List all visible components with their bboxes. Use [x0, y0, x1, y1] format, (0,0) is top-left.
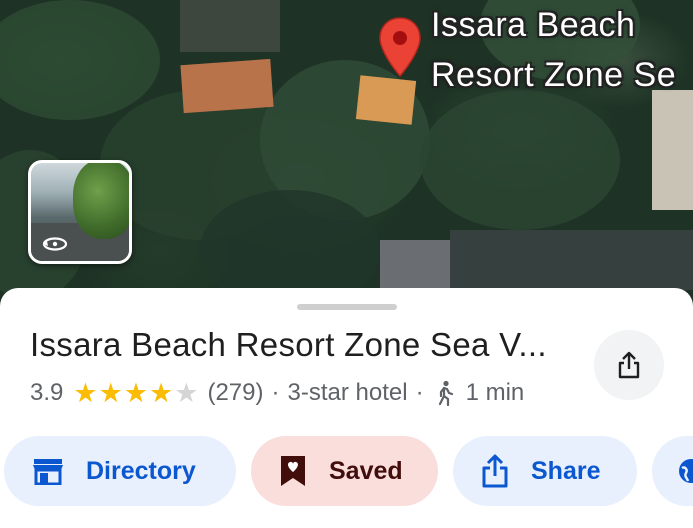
- star-icon: ★: [73, 377, 98, 408]
- bookmark-heart-icon: [281, 456, 305, 486]
- map-building-roof: [180, 58, 274, 114]
- street-view-rotate-icon: [42, 237, 68, 251]
- meta-separator: ·: [271, 379, 280, 406]
- saved-button-label: Saved: [329, 456, 403, 485]
- map-building-roof: [380, 240, 450, 290]
- meta-separator: ·: [415, 379, 424, 406]
- storefront-icon: [33, 459, 63, 485]
- globe-icon: [679, 459, 693, 483]
- map-building-roof: [355, 75, 417, 125]
- share-icon: [482, 454, 508, 488]
- star-icon: ★: [98, 377, 123, 408]
- share-button[interactable]: Share: [453, 436, 637, 506]
- map-place-label-line2: Resort Zone Se: [431, 56, 677, 94]
- sheet-drag-handle[interactable]: [297, 304, 397, 310]
- action-chips-row: Directory Saved Share: [0, 436, 693, 508]
- directory-button[interactable]: Directory: [4, 436, 236, 506]
- walking-person-icon: [438, 380, 453, 406]
- street-view-thumbnail[interactable]: [28, 160, 132, 264]
- share-icon: [618, 351, 640, 379]
- map-road: [180, 0, 280, 52]
- place-meta-row: 3.9 ★ ★ ★ ★ ★ (279) · 3-star hotel · 1 m…: [30, 375, 524, 411]
- saved-button[interactable]: Saved: [251, 436, 438, 506]
- share-circle-button[interactable]: [594, 330, 664, 400]
- star-icon: ★: [149, 377, 174, 408]
- share-button-label: Share: [531, 456, 601, 485]
- star-icon: ★: [123, 377, 149, 408]
- location-pin-icon[interactable]: [378, 16, 422, 80]
- satellite-map[interactable]: Issara Beach Resort Zone Se: [0, 0, 693, 330]
- directory-button-label: Directory: [86, 456, 196, 485]
- map-foliage: [0, 0, 160, 120]
- place-title: Issara Beach Resort Zone Sea V...: [30, 326, 547, 363]
- map-road: [450, 230, 693, 290]
- place-category: 3-star hotel: [287, 379, 408, 406]
- map-place-label-line1: Issara Beach: [431, 6, 636, 44]
- review-count[interactable]: (279): [207, 379, 263, 407]
- website-button[interactable]: [652, 436, 693, 506]
- place-bottom-sheet[interactable]: Issara Beach Resort Zone Sea V... 3.9 ★ …: [0, 288, 693, 528]
- rating-stars: ★ ★ ★ ★ ★: [73, 377, 199, 408]
- map-foliage: [420, 90, 620, 230]
- walk-time: 1 min: [465, 379, 525, 406]
- star-empty-icon: ★: [174, 377, 199, 408]
- map-building-roof: [652, 90, 693, 210]
- street-view-tree: [73, 163, 129, 239]
- rating-value: 3.9: [30, 379, 64, 406]
- map-place-label[interactable]: Issara Beach Resort Zone Se: [431, 0, 676, 100]
